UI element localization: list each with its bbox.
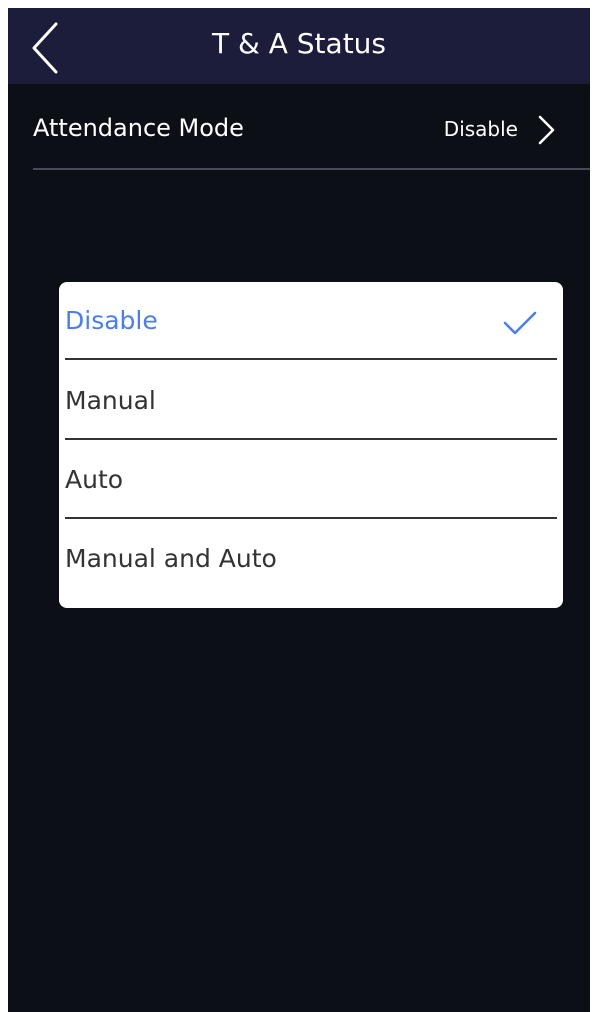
page-title: T & A Status [211,27,386,60]
option-label: Disable [65,306,158,335]
attendance-mode-value: Disable [443,117,518,141]
screen: T & A Status Attendance Mode Disable Dis… [8,8,590,1012]
chevron-left-icon [32,22,58,74]
row-divider [33,168,590,170]
option-manual-and-auto[interactable]: Manual and Auto [65,520,557,598]
option-label: Auto [65,465,124,494]
option-divider [65,438,557,440]
option-manual[interactable]: Manual [65,362,557,440]
checkmark-icon [503,311,537,335]
attendance-mode-row[interactable]: Attendance Mode Disable [33,108,566,168]
option-label: Manual and Auto [65,544,277,573]
option-divider [65,517,557,519]
attendance-mode-label: Attendance Mode [33,114,244,142]
header-bar: T & A Status [8,8,590,84]
option-label: Manual [65,386,156,415]
option-divider [65,358,557,360]
chevron-right-icon [538,115,555,145]
option-auto[interactable]: Auto [65,441,557,519]
option-disable[interactable]: Disable [65,282,557,360]
attendance-mode-dialog: Disable Manual Auto Manual and Auto [59,282,563,608]
back-button[interactable] [22,18,66,74]
